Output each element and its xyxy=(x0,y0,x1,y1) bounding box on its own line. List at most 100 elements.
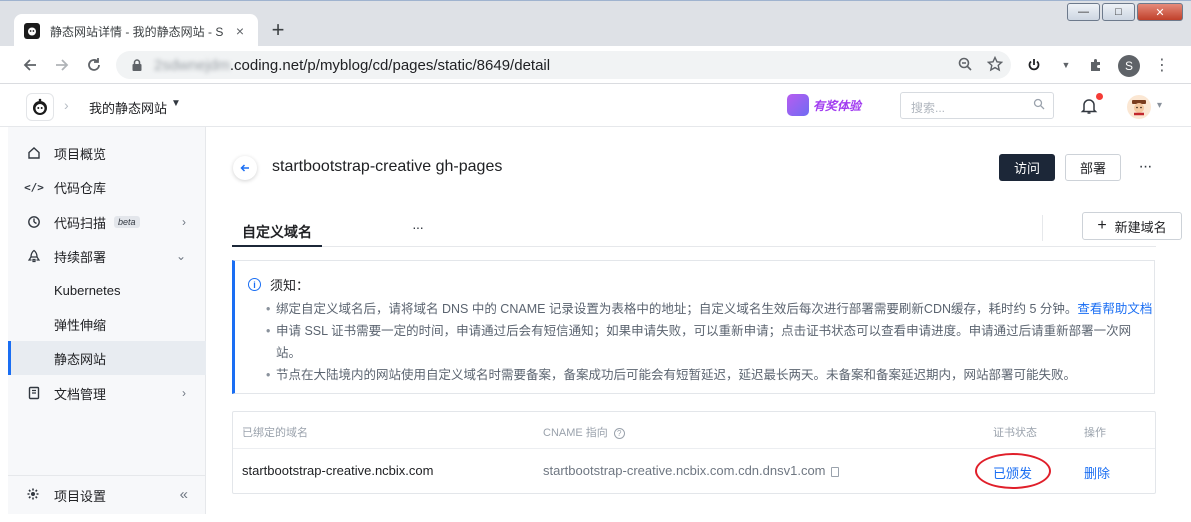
code-icon: </> xyxy=(24,180,44,194)
url-text: 2sdwnejdm.coding.net/p/myblog/cd/pages/s… xyxy=(154,57,550,74)
cname-value: startbootstrap-creative.ncbix.com.cdn.dn… xyxy=(543,463,826,478)
gift-icon xyxy=(787,94,809,116)
notification-bell-icon[interactable] xyxy=(1080,97,1098,115)
sidebar-item-label: 持续部署 xyxy=(54,249,107,265)
gear-icon xyxy=(26,487,42,504)
home-icon xyxy=(26,145,42,161)
search-input[interactable]: 搜索... xyxy=(900,92,1054,119)
plus-icon: + xyxy=(1097,217,1107,234)
sidebar-item-label: 静态网站 xyxy=(54,351,107,367)
notice-text: 绑定自定义域名后，请将域名 DNS 中的 CNAME 记录设置为表格中的地址；自… xyxy=(276,302,1078,316)
project-switcher[interactable]: 我的静态网站 xyxy=(89,98,167,117)
browser-menu-icon[interactable]: ⋮ xyxy=(1152,55,1172,75)
breadcrumb-chevron-icon: › xyxy=(64,97,69,113)
extensions-puzzle-icon[interactable] xyxy=(1086,55,1106,75)
notice-item: 申请 SSL 证书需要一定的时间，申请通过后会有短信通知；如果申请失败，可以重新… xyxy=(266,320,1154,364)
rocket-icon xyxy=(26,248,42,264)
minimize-button[interactable]: — xyxy=(1067,3,1100,21)
delete-link[interactable]: 删除 xyxy=(1084,463,1110,482)
browser-toolbar: 2sdwnejdm.coding.net/p/myblog/cd/pages/s… xyxy=(0,46,1191,84)
zoom-icon[interactable] xyxy=(957,56,973,76)
sidebar-item-docs[interactable]: 文档管理 › xyxy=(8,376,206,410)
new-domain-button[interactable]: + 新建域名 xyxy=(1082,212,1182,240)
column-header-cname: CNAME 指向? xyxy=(543,424,625,440)
back-button[interactable] xyxy=(233,156,257,180)
notice-item: 绑定自定义域名后，请将域名 DNS 中的 CNAME 记录设置为表格中的地址；自… xyxy=(266,298,1154,320)
sidebar-item-repository[interactable]: </> 代码仓库 xyxy=(8,170,206,204)
arrow-left-icon xyxy=(240,164,249,172)
sidebar-item-deploy[interactable]: 持续部署 ⌄ xyxy=(8,239,206,273)
sidebar-item-overview[interactable]: 项目概览 xyxy=(8,136,206,170)
coding-favicon-icon xyxy=(24,23,40,39)
new-tab-button[interactable]: + xyxy=(265,17,291,43)
back-arrow-icon[interactable] xyxy=(19,54,41,76)
close-window-button[interactable]: ✕ xyxy=(1137,3,1183,21)
caret-down-icon[interactable]: ▼ xyxy=(171,98,181,109)
extension-menu-caret-icon[interactable]: ▼ xyxy=(1056,55,1076,75)
column-header-action: 操作 xyxy=(1084,427,1106,439)
table-header: 已绑定的域名 CNAME 指向? 证书状态 操作 xyxy=(233,412,1155,449)
browser-tab[interactable]: 静态网站详情 - 我的静态网站 - S × xyxy=(14,14,258,48)
reload-icon[interactable] xyxy=(83,54,105,76)
sidebar-item-static-site[interactable]: 静态网站 xyxy=(8,341,206,375)
notice-header: i 须知： xyxy=(248,275,1154,294)
collapse-sidebar-icon[interactable]: « xyxy=(180,486,188,503)
address-bar[interactable]: 2sdwnejdm.coding.net/p/myblog/cd/pages/s… xyxy=(116,51,1011,79)
annotation-circle xyxy=(975,453,1051,489)
project-sidebar: 项目概览 </> 代码仓库 代码扫描 beta › 持续部署 ⌄ Kuberne… xyxy=(8,127,206,514)
notice-box: i 须知： 绑定自定义域名后，请将域名 DNS 中的 CNAME 记录设置为表格… xyxy=(232,260,1155,394)
column-header-cert: 证书状态 xyxy=(993,427,1037,439)
scan-icon xyxy=(26,214,42,230)
sidebar-item-kubernetes[interactable]: Kubernetes xyxy=(8,273,206,307)
bookmark-star-icon[interactable] xyxy=(986,55,1004,76)
sidebar-settings[interactable]: 项目设置 « xyxy=(8,475,206,514)
sidebar-item-label: 项目概览 xyxy=(54,146,107,162)
user-menu-chevron-icon[interactable]: ▾ xyxy=(1157,100,1162,111)
cname-cell: startbootstrap-creative.ncbix.com.cdn.dn… xyxy=(543,463,839,478)
coding-logo-icon[interactable] xyxy=(26,93,54,121)
reward-banner[interactable]: 有奖体验 xyxy=(787,94,877,116)
sidebar-item-label: 代码扫描 xyxy=(54,215,107,231)
column-header-cname-label: CNAME 指向 xyxy=(543,427,608,439)
chevron-down-icon: ⌄ xyxy=(175,249,186,263)
sidebar-item-label: 弹性伸缩 xyxy=(54,317,107,333)
chevron-right-icon: › xyxy=(182,386,186,400)
power-extension-icon[interactable] xyxy=(1024,55,1044,75)
tab-custom-domain[interactable]: 自定义域名 xyxy=(232,215,322,247)
divider xyxy=(1042,215,1043,241)
page-title: startbootstrap-creative gh-pages xyxy=(272,158,503,175)
domain-cell: startbootstrap-creative.ncbix.com xyxy=(242,463,434,478)
deploy-button[interactable]: 部署 xyxy=(1065,154,1121,181)
new-domain-label: 新建域名 xyxy=(1114,219,1167,235)
help-question-icon[interactable]: ? xyxy=(613,427,625,439)
profile-avatar[interactable]: S xyxy=(1118,55,1140,77)
close-tab-icon[interactable]: × xyxy=(232,23,248,39)
reward-label: 有奖体验 xyxy=(813,98,862,113)
notice-title: 须知： xyxy=(270,278,310,293)
omnibox-actions xyxy=(957,55,1004,76)
tab-more-icon[interactable]: ··· xyxy=(412,219,424,235)
chevron-right-icon: › xyxy=(182,215,186,229)
help-doc-link[interactable]: 查看帮助文档 xyxy=(1077,302,1152,316)
more-actions-icon[interactable]: ··· xyxy=(1135,155,1155,179)
sidebar-item-label: Kubernetes xyxy=(54,282,121,298)
info-icon: i xyxy=(248,278,261,291)
lock-icon xyxy=(132,59,142,71)
table-row: startbootstrap-creative.ncbix.com startb… xyxy=(233,449,1155,493)
copy-icon[interactable] xyxy=(830,466,839,477)
browser-tab-strip: 静态网站详情 - 我的静态网站 - S × + — □ ✕ xyxy=(0,0,1191,48)
beta-badge: beta xyxy=(114,216,140,228)
search-placeholder: 搜索... xyxy=(911,101,946,115)
column-header-domain: 已绑定的域名 xyxy=(242,427,308,439)
window-controls: — □ ✕ xyxy=(1067,3,1183,21)
user-avatar[interactable] xyxy=(1127,95,1151,119)
sidebar-item-code-scan[interactable]: 代码扫描 beta › xyxy=(8,205,206,239)
url-path: .coding.net/p/myblog/cd/pages/static/864… xyxy=(229,56,551,74)
maximize-button[interactable]: □ xyxy=(1102,3,1135,21)
forward-arrow-icon[interactable] xyxy=(51,54,73,76)
book-icon xyxy=(26,385,42,401)
visit-button[interactable]: 访问 xyxy=(999,154,1055,181)
domain-table: 已绑定的域名 CNAME 指向? 证书状态 操作 startbootstrap-… xyxy=(232,411,1156,494)
sidebar-item-autoscaling[interactable]: 弹性伸缩 xyxy=(8,307,206,341)
main-content: startbootstrap-creative gh-pages 访问 部署 ·… xyxy=(206,127,1183,514)
